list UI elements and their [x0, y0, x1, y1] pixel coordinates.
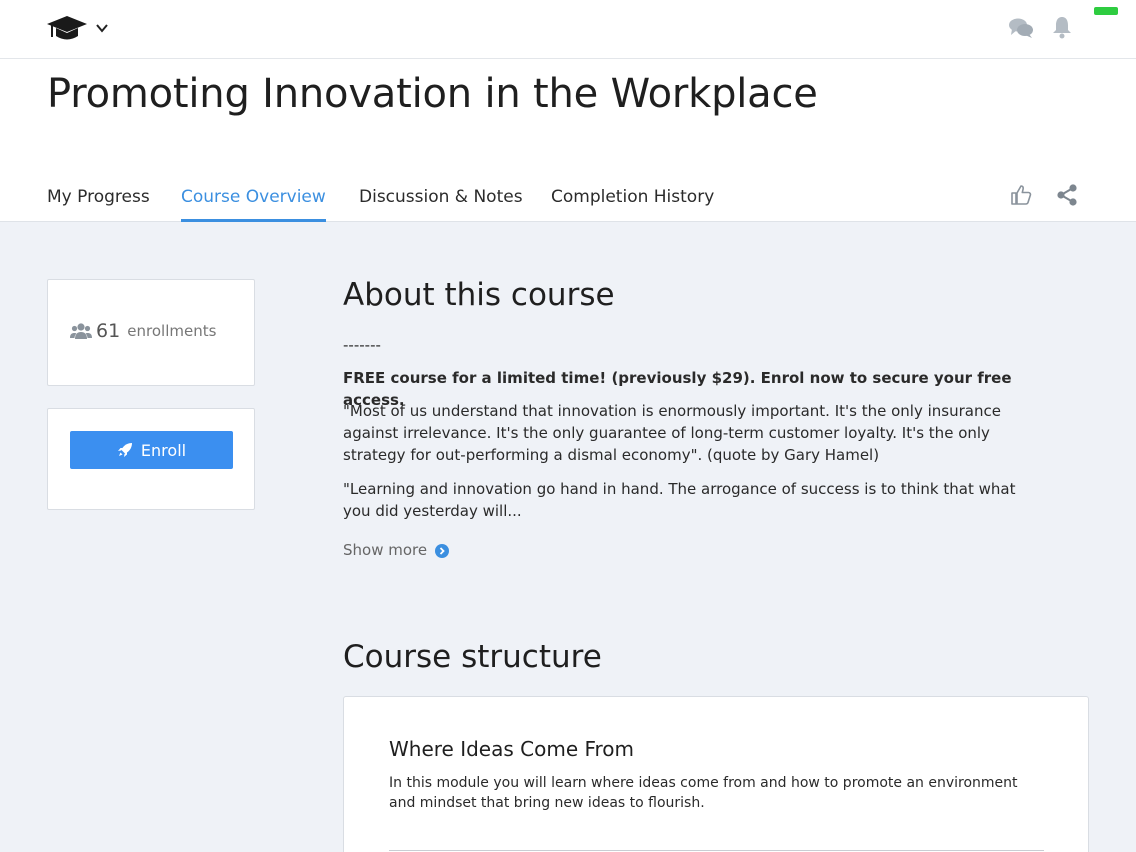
page-title: Promoting Innovation in the Workplace [47, 71, 818, 117]
thumbs-up-icon[interactable] [1009, 183, 1033, 207]
show-more-link[interactable]: Show more [343, 541, 450, 559]
top-bar [0, 0, 1136, 59]
bell-icon[interactable] [1051, 15, 1073, 39]
tab-course-overview[interactable]: Course Overview [181, 179, 326, 222]
enrollments-card: 61 enrollments [47, 279, 255, 386]
about-heading: About this course [343, 277, 615, 313]
enroll-card: Enroll [47, 408, 255, 510]
rocket-icon [117, 443, 132, 457]
show-more-label: Show more [343, 541, 428, 559]
module-title: Where Ideas Come From [389, 737, 635, 761]
course-structure-heading: Course structure [343, 639, 602, 675]
status-indicator [1094, 7, 1118, 15]
quote-paragraph-2: "Learning and innovation go hand in hand… [343, 480, 1016, 520]
enroll-button-label: Enroll [140, 440, 187, 460]
module-divider [389, 850, 1044, 851]
chevron-circle-right-icon [435, 543, 450, 558]
tab-my-progress[interactable]: My Progress [47, 179, 150, 222]
about-separator: ------- [343, 336, 381, 354]
tab-completion-history[interactable]: Completion History [551, 179, 714, 222]
module-card[interactable]: Where Ideas Come From In this module you… [343, 696, 1089, 852]
share-icon[interactable] [1056, 184, 1078, 206]
course-header: Promoting Innovation in the Workplace My… [0, 59, 1136, 222]
enrollments-count: 61 [96, 320, 121, 342]
chat-bubbles-icon[interactable] [1008, 17, 1034, 39]
chevron-down-icon[interactable] [95, 21, 109, 35]
enrollments-label: enrollments [127, 322, 217, 340]
quote-paragraph-1: "Most of us understand that innovation i… [343, 402, 1001, 464]
users-icon [70, 323, 92, 339]
module-description: In this module you will learn where idea… [389, 775, 1018, 811]
enrollments-stat: 61 enrollments [70, 320, 216, 342]
enroll-button[interactable]: Enroll [70, 431, 233, 469]
tab-discussion-notes[interactable]: Discussion & Notes [359, 179, 523, 222]
graduation-cap-icon[interactable] [46, 14, 88, 44]
